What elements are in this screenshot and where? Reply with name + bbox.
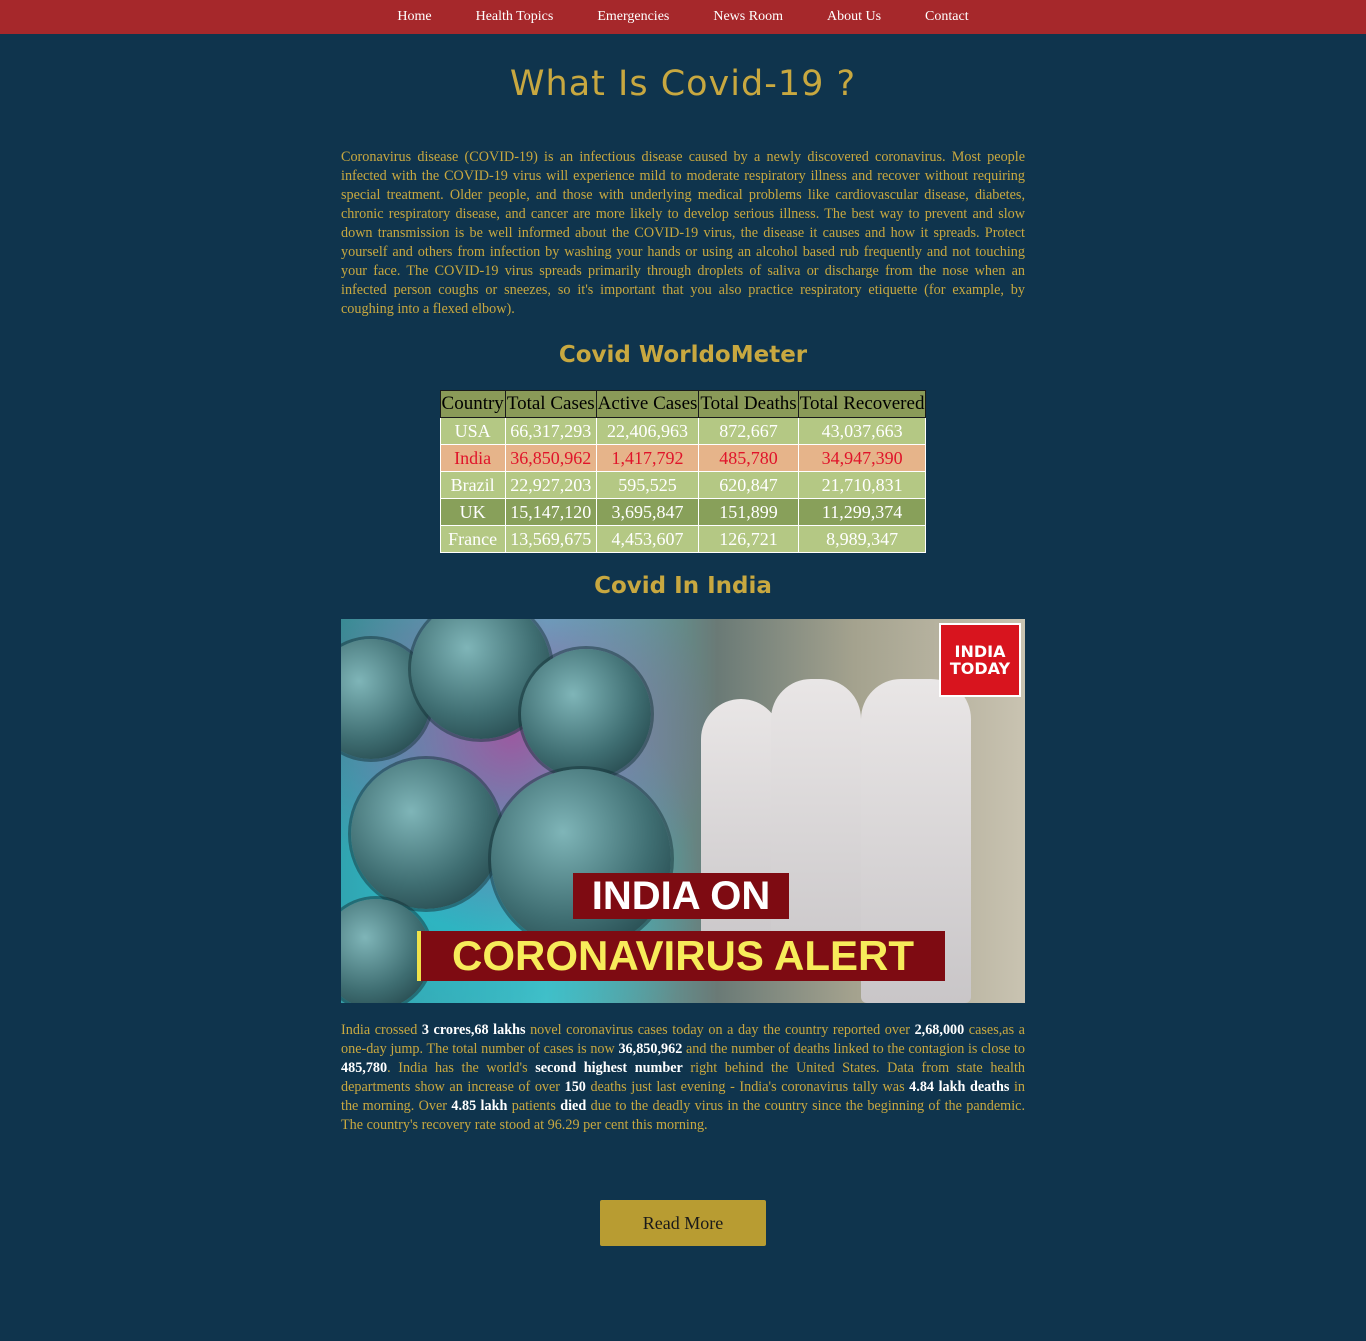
covid-stats-table: Country Total Cases Active Cases Total D… xyxy=(439,390,927,553)
cell-active-cases: 22,406,963 xyxy=(595,417,700,445)
hazmat-worker xyxy=(701,699,781,959)
cell-country: India xyxy=(439,444,506,472)
table-header-row: Country Total Cases Active Cases Total D… xyxy=(439,390,927,418)
nav-contact[interactable]: Contact xyxy=(925,0,969,34)
cell-total-recovered: 11,299,374 xyxy=(797,498,927,526)
virus-illustration xyxy=(351,759,501,909)
cell-total-recovered: 8,989,347 xyxy=(797,525,927,553)
table-row: USA 66,317,293 22,406,963 872,667 43,037… xyxy=(439,417,927,445)
col-country: Country xyxy=(439,390,506,418)
cell-country: USA xyxy=(439,417,506,445)
cell-total-recovered: 21,710,831 xyxy=(797,471,927,499)
cell-total-cases: 66,317,293 xyxy=(504,417,597,445)
coronavirus-alert-image: INDIA TODAY INDIA ON CORONAVIRUS ALERT xyxy=(341,619,1025,1003)
cell-total-cases: 13,569,675 xyxy=(504,525,597,553)
table-row: Brazil 22,927,203 595,525 620,847 21,710… xyxy=(439,471,927,499)
cell-active-cases: 3,695,847 xyxy=(595,498,700,526)
cell-total-recovered: 43,037,663 xyxy=(797,417,927,445)
cell-total-deaths: 151,899 xyxy=(698,498,799,526)
nav-about-us[interactable]: About Us xyxy=(827,0,881,34)
cell-country: Brazil xyxy=(439,471,506,499)
india-heading: Covid In India xyxy=(594,573,772,599)
nav-news-room[interactable]: News Room xyxy=(713,0,783,34)
virus-illustration xyxy=(521,649,651,779)
table-row: India 36,850,962 1,417,792 485,780 34,94… xyxy=(439,444,927,472)
top-nav: Home Health Topics Emergencies News Room… xyxy=(0,0,1366,34)
cell-total-deaths: 126,721 xyxy=(698,525,799,553)
cell-active-cases: 1,417,792 xyxy=(595,444,700,472)
page-title: What Is Covid-19 ? xyxy=(509,64,857,104)
table-row: France 13,569,675 4,453,607 126,721 8,98… xyxy=(439,525,927,553)
india-today-logo: INDIA TODAY xyxy=(939,623,1021,697)
alert-banner-line1: INDIA ON xyxy=(573,873,789,919)
cell-total-recovered: 34,947,390 xyxy=(797,444,927,472)
cell-country: France xyxy=(439,525,506,553)
col-total-cases: Total Cases xyxy=(504,390,597,418)
col-total-deaths: Total Deaths xyxy=(698,390,799,418)
cell-total-cases: 15,147,120 xyxy=(504,498,597,526)
table-row: UK 15,147,120 3,695,847 151,899 11,299,3… xyxy=(439,498,927,526)
cell-country: UK xyxy=(439,498,506,526)
read-more-button[interactable]: Read More xyxy=(600,1200,766,1246)
intro-paragraph: Coronavirus disease (COVID-19) is an inf… xyxy=(341,149,1025,317)
worldometer-heading: Covid WorldoMeter xyxy=(558,342,808,368)
alert-banner-line2: CORONAVIRUS ALERT xyxy=(417,931,945,981)
cell-total-deaths: 872,667 xyxy=(698,417,799,445)
cell-total-deaths: 485,780 xyxy=(698,444,799,472)
india-paragraph: India crossed 3 crores,68 lakhs novel co… xyxy=(341,1022,1025,1133)
nav-emergencies[interactable]: Emergencies xyxy=(597,0,669,34)
col-active-cases: Active Cases xyxy=(595,390,700,418)
cell-active-cases: 595,525 xyxy=(595,471,700,499)
nav-home[interactable]: Home xyxy=(397,0,431,34)
nav-health-topics[interactable]: Health Topics xyxy=(476,0,554,34)
cell-active-cases: 4,453,607 xyxy=(595,525,700,553)
cell-total-cases: 22,927,203 xyxy=(504,471,597,499)
cell-total-cases: 36,850,962 xyxy=(504,444,597,472)
cell-total-deaths: 620,847 xyxy=(698,471,799,499)
virus-illustration xyxy=(491,769,671,949)
main-content: What Is Covid-19 ? Coronavirus disease (… xyxy=(341,62,1025,1246)
col-total-recovered: Total Recovered xyxy=(797,390,927,418)
